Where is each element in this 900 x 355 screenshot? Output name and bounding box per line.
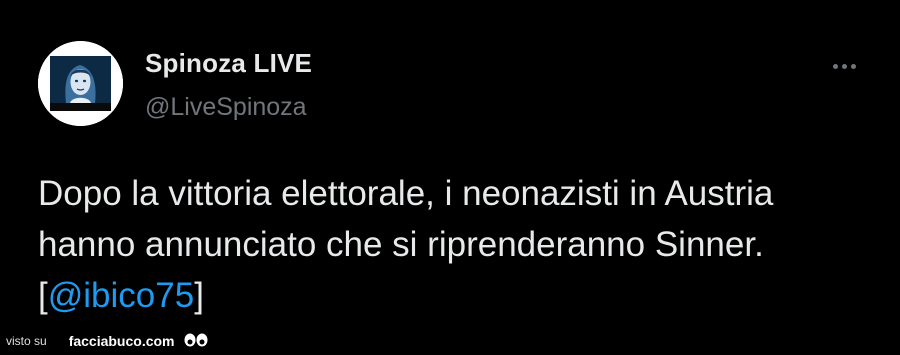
more-horizontal-icon <box>832 63 838 69</box>
author-display-name[interactable]: Spinoza LIVE <box>145 48 312 79</box>
tweet-credit-line: [@ibico75] <box>38 270 878 321</box>
tweet-text: Dopo la vittoria elettorale, i neonazist… <box>38 168 878 321</box>
avatar[interactable] <box>38 41 123 126</box>
more-options-button[interactable] <box>826 56 862 76</box>
more-horizontal-icon <box>850 63 856 69</box>
credit-bracket-open: [ <box>38 276 48 315</box>
tweet-text-line: Dopo la vittoria elettorale, i neonazist… <box>38 174 774 213</box>
spinoza-portrait-icon <box>38 41 123 126</box>
more-horizontal-icon <box>841 63 847 69</box>
eyes-icon <box>184 333 208 347</box>
tweet-text-line: hanno annunciato che si riprenderanno Si… <box>38 225 764 264</box>
watermark-prefix: visto su <box>6 334 47 348</box>
watermark-site: facciabuco.com <box>68 333 175 349</box>
mention-link[interactable]: @ibico75 <box>48 276 194 315</box>
credit-bracket-close: ] <box>194 276 204 315</box>
watermark: visto su facciabuco.com <box>6 330 209 352</box>
author-handle[interactable]: @LiveSpinoza <box>145 93 307 122</box>
